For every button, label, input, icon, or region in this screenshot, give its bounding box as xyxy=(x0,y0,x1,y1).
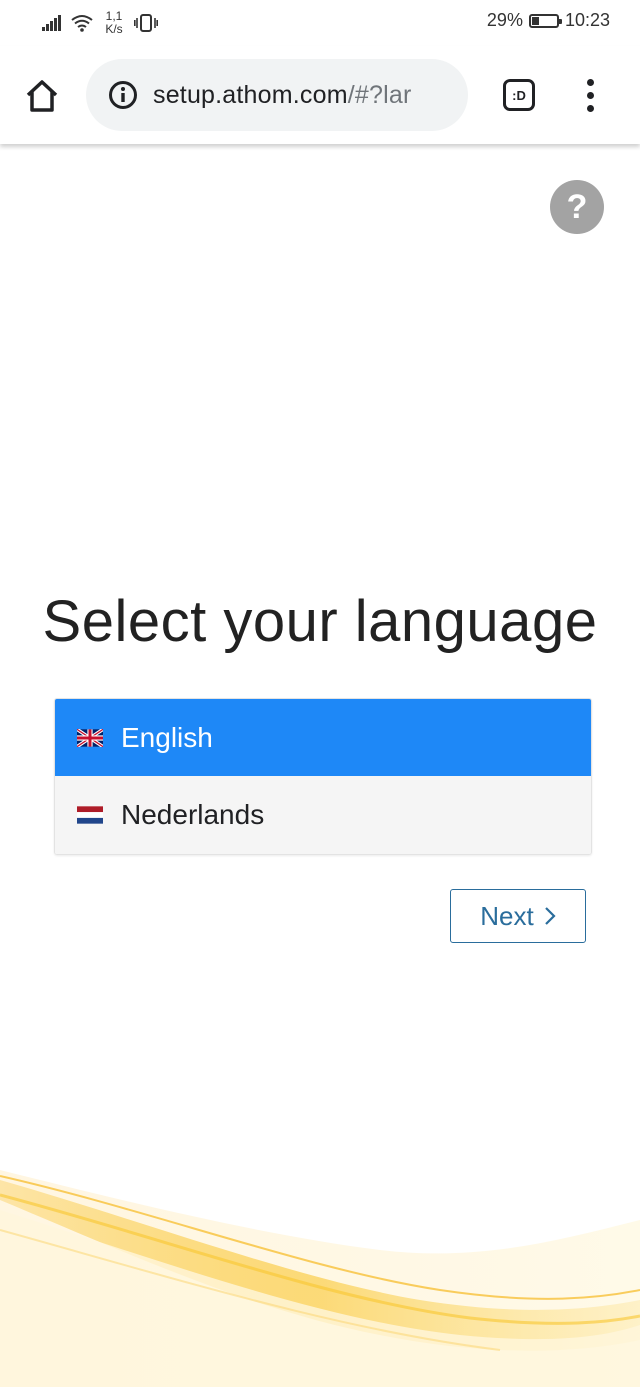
chevron-right-icon xyxy=(544,907,556,925)
uk-flag-icon xyxy=(77,728,103,747)
page-title: Select your language xyxy=(42,589,598,654)
network-speed-unit: K/s xyxy=(105,22,123,36)
tab-switcher-button[interactable]: :D xyxy=(503,79,535,111)
language-list: English Nederlands xyxy=(54,698,592,855)
address-bar[interactable]: setup.athom.com/#?lar xyxy=(86,59,468,131)
battery-icon xyxy=(528,13,562,28)
info-icon[interactable] xyxy=(108,80,138,110)
next-button-label: Next xyxy=(480,900,534,931)
vibrate-icon xyxy=(134,14,158,32)
battery-percent: 29% xyxy=(486,10,523,30)
decorative-wave xyxy=(0,1170,640,1387)
language-option-english[interactable]: English xyxy=(55,699,591,776)
language-label: Nederlands xyxy=(121,799,265,830)
more-menu-icon[interactable] xyxy=(580,76,600,116)
language-label: English xyxy=(121,721,213,753)
status-icons-left: 1,1 K/s xyxy=(42,8,158,38)
clock: 10:23 xyxy=(564,10,610,30)
status-icons-right: 29% 10:23 xyxy=(487,10,610,31)
status-bar: 1,1 K/s 29% 10:23 xyxy=(0,0,640,46)
netherlands-flag-icon xyxy=(77,806,103,824)
url-text[interactable]: setup.athom.com/#?lar xyxy=(153,81,453,110)
language-option-nederlands[interactable]: Nederlands xyxy=(55,776,591,854)
wifi-icon xyxy=(71,15,93,32)
battery-fill xyxy=(531,16,539,25)
browser-toolbar: setup.athom.com/#?lar :D xyxy=(0,46,640,144)
help-button[interactable]: ? xyxy=(550,180,604,234)
url-path: /#?lar xyxy=(347,81,412,109)
network-speed: 1,1 K/s xyxy=(102,10,126,36)
home-icon[interactable] xyxy=(22,76,62,116)
signal-icon xyxy=(42,15,61,31)
url-host: setup.athom.com xyxy=(153,81,348,109)
next-button[interactable]: Next xyxy=(450,889,586,943)
